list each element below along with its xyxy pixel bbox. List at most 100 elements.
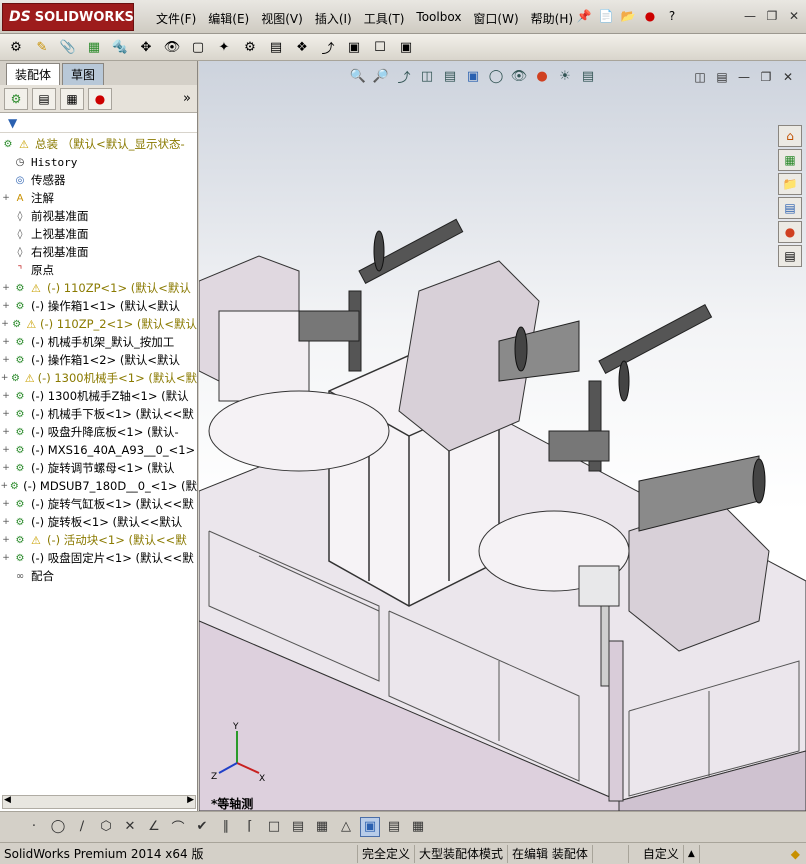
solidworks-resources-icon[interactable]: ⌂ [778, 125, 802, 147]
configuration-manager-icon[interactable]: ▦ [60, 87, 84, 110]
restore-icon[interactable]: ❐ [764, 8, 780, 24]
tree-item[interactable]: + ⚙ (-) 机械手下板<1> (默认<<默 [0, 405, 197, 423]
expander-icon[interactable]: + [0, 427, 12, 437]
tree-item[interactable]: + ⚙ (-) 旋转气缸板<1> (默认<<默 [0, 495, 197, 513]
tree-item[interactable]: + ⚙ ⚠ (-) 1300机械手<1> (默认<默 [0, 369, 197, 387]
insert-component-icon[interactable]: ⚙ [6, 37, 26, 57]
property-manager-icon[interactable]: ▤ [32, 87, 56, 110]
scroll-right-icon[interactable]: ▶ [187, 795, 194, 805]
expander-icon[interactable]: + [0, 337, 12, 347]
move-component-icon[interactable]: ✥ [136, 37, 156, 57]
arc-icon[interactable]: ⌒ [168, 817, 188, 837]
clearance-icon[interactable]: ☐ [370, 37, 390, 57]
mate-icon[interactable]: 📎 [58, 37, 78, 57]
polygon-icon[interactable]: ⬡ [96, 817, 116, 837]
linear-pattern-icon[interactable]: ▦ [84, 37, 104, 57]
expander-icon[interactable]: + [0, 373, 9, 383]
tree-item[interactable]: + ⚙ (-) MXS16_40A_A93__0_<1> [0, 441, 197, 459]
status-units-arrow[interactable]: ▲ [684, 844, 700, 863]
tree-item[interactable]: + ⚙ ⚠ (-) 活动块<1> (默认<<默 [0, 531, 197, 549]
assembly-model[interactable] [199, 61, 806, 811]
graphics-area[interactable]: 🔍 🔎 ⤴ ◫ ▤ ▣ ◯ 👁 ● ☀ ▤ ◫ ▤ — ❐ ✕ ⌂ ▦ 📁 ▤ … [199, 61, 806, 811]
menu-view[interactable]: 视图(V) [255, 8, 309, 29]
tree-item[interactable]: + ⚙ (-) 旋转板<1> (默认<<默认 [0, 513, 197, 531]
tree-item[interactable]: ⌝ 原点 [0, 261, 197, 279]
tree-item[interactable]: ∞ 配合 [0, 567, 197, 585]
tree-item[interactable]: + ⚙ (-) 吸盘升降底板<1> (默认- [0, 423, 197, 441]
triangle-icon[interactable]: △ [336, 817, 356, 837]
display-manager-icon[interactable]: ● [88, 87, 112, 110]
tree-horizontal-scrollbar[interactable]: ◀ ▶ [2, 795, 196, 809]
new-motion-study-icon[interactable]: ⚙ [240, 37, 260, 57]
expander-icon[interactable]: + [0, 535, 12, 545]
show-hidden-icon[interactable]: 👁 [162, 37, 182, 57]
menu-toolbox[interactable]: Toolbox [410, 8, 467, 29]
menu-help[interactable]: 帮助(H) [525, 8, 579, 29]
tree-item[interactable]: + ⚙ (-) 吸盘固定片<1> (默认<<默 [0, 549, 197, 567]
tree-item[interactable]: + ⚙ (-) 旋转调节螺母<1> (默认 [0, 459, 197, 477]
scroll-left-icon[interactable]: ◀ [4, 795, 11, 805]
custom-properties-icon[interactable]: ▤ [778, 245, 802, 267]
expander-icon[interactable]: + [0, 499, 12, 509]
expander-icon[interactable]: + [0, 553, 12, 563]
open-folder-icon[interactable]: 📂 [619, 7, 637, 25]
new-document-icon[interactable]: 📄 [597, 7, 615, 25]
point-icon[interactable]: · [24, 817, 44, 837]
tab-assembly[interactable]: 装配体 [6, 63, 61, 85]
expander-icon[interactable]: + [0, 481, 9, 491]
exploded-view-icon[interactable]: ❖ [292, 37, 312, 57]
expander-icon[interactable]: + [0, 319, 10, 329]
assembly-features-icon[interactable]: ▢ [188, 37, 208, 57]
tree-item[interactable]: ◷ History [0, 153, 197, 171]
status-units[interactable]: 自定义 [629, 844, 684, 863]
close-icon[interactable]: ✕ [786, 8, 802, 24]
view-palette-icon[interactable]: ▤ [778, 197, 802, 219]
help-icon[interactable]: ? [663, 7, 681, 25]
tree-item[interactable]: + A 注解 [0, 189, 197, 207]
corner-icon[interactable]: ⌈ [240, 817, 260, 837]
tree-item[interactable]: + ⚙ (-) 操作箱1<1> (默认<默认 [0, 297, 197, 315]
expander-icon[interactable]: + [0, 355, 12, 365]
menu-file[interactable]: 文件(F) [150, 8, 202, 29]
tree-item[interactable]: + ⚙ ⚠ (-) 110ZP_2<1> (默认<默认 [0, 315, 197, 333]
minimize-icon[interactable]: — [742, 8, 758, 24]
tree-item[interactable]: + ⚙ (-) 机械手机架_默认_按加工 [0, 333, 197, 351]
instant3d-icon[interactable]: ▣ [396, 37, 416, 57]
expander-icon[interactable]: + [0, 391, 12, 401]
intersection-icon[interactable]: ✕ [120, 817, 140, 837]
four-view-icon[interactable]: ▦ [408, 817, 428, 837]
isometric-cube-icon[interactable]: ▣ [360, 816, 380, 837]
new-part-icon[interactable]: ✎ [32, 37, 52, 57]
reference-geometry-icon[interactable]: ✦ [214, 37, 234, 57]
angle-icon[interactable]: ∠ [144, 817, 164, 837]
line-icon[interactable]: ∕ [72, 817, 92, 837]
menu-edit[interactable]: 编辑(E) [202, 8, 255, 29]
expander-icon[interactable]: + [0, 463, 12, 473]
menu-window[interactable]: 窗口(W) [467, 8, 524, 29]
appearances-icon[interactable]: ● [778, 221, 802, 243]
traffic-light-icon[interactable]: ● [641, 7, 659, 25]
box-select-icon[interactable]: □ [264, 817, 284, 837]
grid-icon[interactable]: ▦ [312, 817, 332, 837]
tree-item[interactable]: ◊ 右视基准面 [0, 243, 197, 261]
measure-icon[interactable]: ▤ [288, 817, 308, 837]
expander-icon[interactable]: + [0, 193, 12, 203]
filter-icon[interactable]: ▼ [8, 116, 17, 130]
tree-item[interactable]: ◎ 传感器 [0, 171, 197, 189]
solidworks-logo[interactable]: DS SOLIDWORKS [2, 3, 134, 31]
tree-item[interactable]: + ⚙ (-) MDSUB7_180D__0_<1> (默 [0, 477, 197, 495]
tree-item[interactable]: + ⚙ (-) 操作箱1<2> (默认<默认 [0, 351, 197, 369]
tree-item[interactable]: ◊ 上视基准面 [0, 225, 197, 243]
tab-sketch[interactable]: 草图 [62, 63, 105, 85]
expander-icon[interactable]: + [0, 283, 12, 293]
design-library-icon[interactable]: ▦ [778, 149, 802, 171]
tree-root[interactable]: ⚙ ⚠ 总装 （默认<默认_显示状态- [0, 135, 197, 153]
tree-item[interactable]: ◊ 前视基准面 [0, 207, 197, 225]
single-view-icon[interactable]: ▤ [384, 817, 404, 837]
expander-icon[interactable]: + [0, 301, 12, 311]
trim-icon[interactable]: ✔ [192, 817, 212, 837]
interference-icon[interactable]: ▣ [344, 37, 364, 57]
file-explorer-icon[interactable]: 📁 [778, 173, 802, 195]
expand-chevron-icon[interactable]: » [183, 91, 191, 106]
expander-icon[interactable]: + [0, 445, 12, 455]
